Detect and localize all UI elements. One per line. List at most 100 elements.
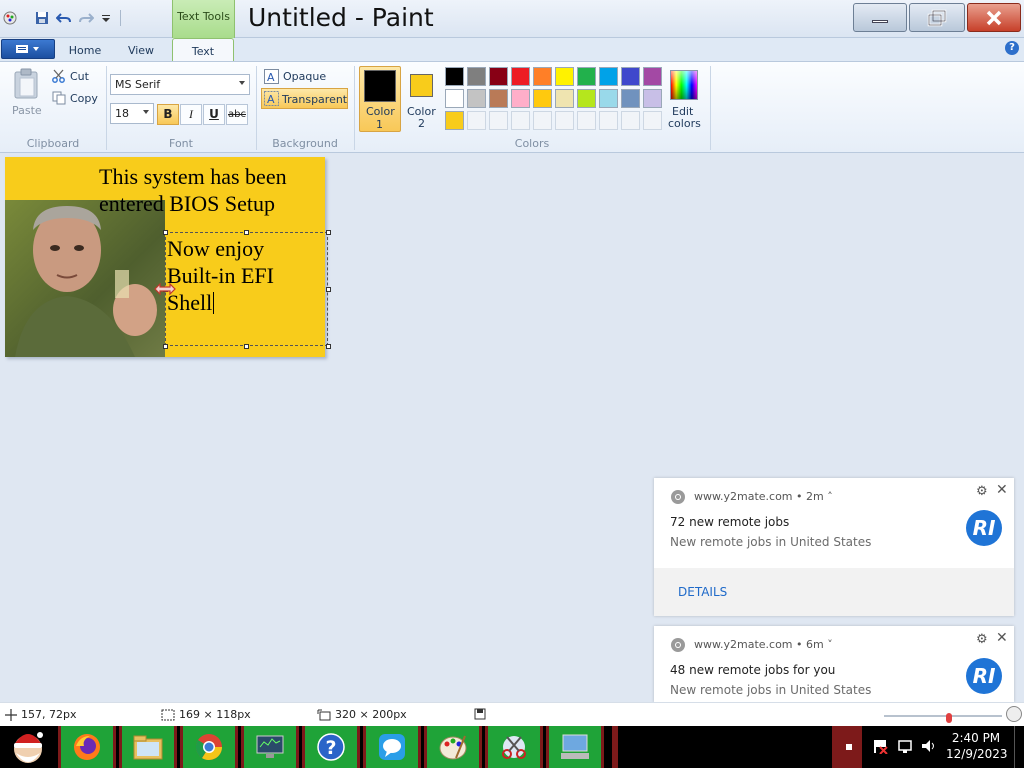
close-icon[interactable]: ✕ [996,482,1008,498]
cursor-position: 157, 72px [5,708,76,721]
palette-swatch[interactable] [555,89,574,108]
custom-color-slot[interactable] [533,111,552,130]
zoom-slider-thumb[interactable] [946,713,952,723]
custom-color-slot[interactable] [467,111,486,130]
palette-swatch[interactable] [599,67,618,86]
palette-swatch[interactable] [599,89,618,108]
gear-icon[interactable]: ⚙ [976,632,988,647]
custom-color-slot[interactable] [489,111,508,130]
palette-swatch[interactable] [467,89,486,108]
resize-handle[interactable] [163,344,168,349]
palette-swatch[interactable] [511,89,530,108]
chat-bubble-icon [379,734,405,760]
strikethrough-button[interactable]: abc [226,104,248,125]
flag-icon[interactable] [872,738,888,757]
details-button[interactable]: DETAILS [678,585,727,599]
customize-qat-icon[interactable] [98,10,114,26]
taskbar-file-explorer[interactable] [119,726,177,768]
palette-swatch[interactable] [621,67,640,86]
custom-color-slot[interactable] [555,111,574,130]
palette-swatch[interactable] [467,67,486,86]
custom-color-slot[interactable] [511,111,530,130]
zoom-slider[interactable] [884,709,1004,723]
resize-handle[interactable] [326,344,331,349]
bold-button[interactable]: B [157,104,179,125]
palette-swatch[interactable] [445,89,464,108]
palette-swatch[interactable] [643,89,662,108]
copy-button[interactable]: Copy [52,90,104,108]
restore-button[interactable] [909,3,965,32]
taskbar-clock[interactable]: 2:40 PM 12/9/2023 [946,730,1008,762]
custom-color-slot[interactable] [643,111,662,130]
chevron-down-icon: ˅ [827,638,833,651]
gear-icon[interactable]: ⚙ [976,484,988,499]
palette-swatch[interactable] [511,67,530,86]
volume-icon[interactable] [920,738,938,757]
close-icon[interactable]: ✕ [996,630,1008,646]
palette-swatch[interactable] [533,89,552,108]
taskbar-chat[interactable] [363,726,421,768]
save-icon[interactable] [34,10,50,26]
notification-card[interactable]: www.y2mate.com • 6m ˅ ⚙ ✕ 48 new remote … [654,626,1014,702]
show-desktop-button[interactable] [1014,726,1024,768]
custom-color-slot[interactable] [599,111,618,130]
rainbow-icon [670,70,698,100]
taskbar-system-monitor[interactable] [241,726,299,768]
opaque-label: Opaque [283,70,327,83]
selection-size: 169 × 118px [161,708,251,721]
palette-swatch[interactable] [445,67,464,86]
palette-swatch[interactable] [643,67,662,86]
color1-button[interactable]: Color 1 [359,66,401,132]
taskbar-snipping-tool[interactable] [485,726,543,768]
palette-swatch[interactable] [577,67,596,86]
help-icon[interactable]: ? [1005,41,1019,55]
qat-separator [120,10,121,26]
notification-card[interactable]: www.y2mate.com • 2m ˄ ⚙ ✕ 72 new remote … [654,478,1014,616]
palette-swatch[interactable] [445,111,464,130]
taskbar-firefox[interactable] [58,726,116,768]
palette-swatch[interactable] [577,89,596,108]
redo-icon[interactable] [78,10,94,26]
network-icon[interactable] [897,738,913,757]
palette-swatch[interactable] [533,67,552,86]
tab-text[interactable]: Text [172,38,234,62]
tab-view[interactable]: View [118,40,164,61]
taskbar-chrome[interactable] [180,726,238,768]
transparent-button[interactable]: A Transparent [261,88,348,109]
taskbar-paint[interactable] [424,726,482,768]
font-size-combo[interactable]: 18 [110,103,154,124]
font-family-combo[interactable]: MS Serif [110,74,250,95]
copy-icon [52,91,66,105]
palette-swatch[interactable] [555,67,574,86]
italic-button[interactable]: I [180,104,202,125]
color2-button[interactable]: Color 2 [404,66,440,132]
taskbar-divider [612,726,618,768]
tab-home[interactable]: Home [62,40,108,61]
palette-swatch[interactable] [489,67,508,86]
resize-handle[interactable] [244,344,249,349]
minimize-button[interactable] [853,3,907,32]
cut-button[interactable]: Cut [52,68,104,86]
edit-colors-label-line2: colors [668,117,701,130]
person-photo [5,200,165,357]
palette-swatch[interactable] [489,89,508,108]
start-button[interactable] [4,726,52,768]
image-size-icon [317,709,331,720]
underline-button[interactable]: U [203,104,225,125]
custom-color-slot[interactable] [621,111,640,130]
custom-color-slot[interactable] [577,111,596,130]
close-button[interactable] [967,3,1021,32]
clock-time: 2:40 PM [951,731,1001,745]
palette-swatch[interactable] [621,89,640,108]
paint-app-icon[interactable] [2,10,18,26]
paste-button[interactable]: Paste [12,68,42,117]
opaque-button[interactable]: A Opaque [262,68,350,86]
undo-icon[interactable] [56,10,72,26]
paint-menu-button[interactable] [1,39,55,59]
taskbar-help[interactable]: ? [302,726,360,768]
edit-colors-button[interactable]: Edit colors [664,66,706,132]
taskbar-computer[interactable] [546,726,604,768]
svg-text:A: A [267,93,275,106]
text-edit-content[interactable]: Now enjoy Built-in EFI Shell [167,235,327,316]
zoom-in-icon[interactable] [1006,706,1022,722]
